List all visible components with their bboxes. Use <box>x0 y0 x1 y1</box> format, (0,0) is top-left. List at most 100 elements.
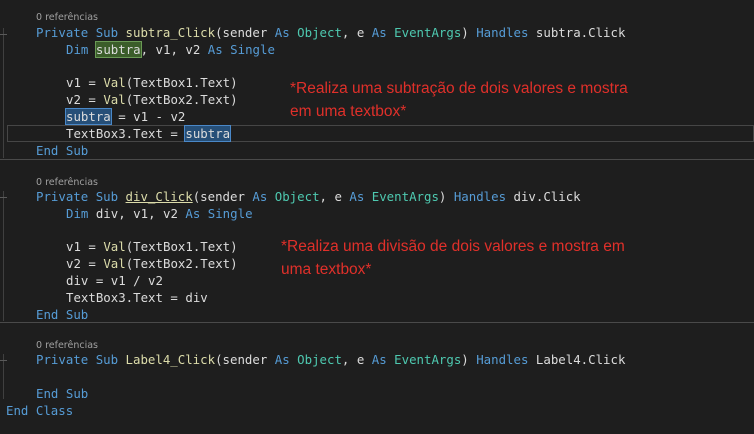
keyword: Private <box>36 352 89 367</box>
code-text: TextBox3.Text = div <box>66 290 208 305</box>
code-line: Dim subtra, v1, v2 As Single <box>66 41 275 58</box>
code-text: div = v1 / v2 <box>66 273 163 288</box>
method-signature-subtra: Private Sub subtra_Click(sender As Objec… <box>36 24 625 41</box>
keyword: Private <box>36 25 89 40</box>
code-line: v1 = Val(TextBox1.Text) <box>66 238 238 255</box>
code-text: (TextBox2.Text) <box>125 256 238 271</box>
code-text: , e <box>319 189 350 204</box>
keyword: As <box>274 25 290 40</box>
code-line: TextBox3.Text = subtra <box>66 125 232 142</box>
keyword: Dim <box>66 206 89 221</box>
code-text: , v1, v2 <box>140 42 208 57</box>
method-signature-label4: Private Sub Label4_Click(sender As Objec… <box>36 351 625 368</box>
code-text: ) <box>438 189 454 204</box>
keyword: Sub <box>65 143 89 158</box>
keyword: Single <box>230 42 275 57</box>
code-line: End Sub <box>36 385 88 402</box>
type-name: EventArgs <box>371 189 439 204</box>
fold-marker[interactable] <box>0 360 7 361</box>
type-name: Object <box>297 352 342 367</box>
method-signature-div: Private Sub div_Click(sender As Object, … <box>36 188 581 205</box>
keyword: End <box>36 386 59 401</box>
code-text: v2 = <box>66 256 104 271</box>
code-text: = v1 - v2 <box>110 109 186 124</box>
keyword: End <box>36 143 59 158</box>
keyword: End <box>6 403 29 418</box>
keyword: As <box>371 352 387 367</box>
code-text: (TextBox1.Text) <box>125 75 238 90</box>
code-text: , e <box>341 25 372 40</box>
annotation-line: uma textbox* <box>281 261 372 278</box>
method-name[interactable]: div_Click <box>126 189 193 204</box>
keyword: Sub <box>95 352 119 367</box>
keyword: Private <box>36 189 89 204</box>
fold-guide <box>3 191 4 321</box>
code-text: (TextBox1.Text) <box>125 239 238 254</box>
keyword: Single <box>207 206 253 221</box>
function-name: Val <box>103 239 126 254</box>
keyword: Handles <box>476 352 529 367</box>
code-text: (TextBox2.Text) <box>125 92 238 107</box>
code-text: Label4.Click <box>528 352 626 367</box>
code-text: v1 = <box>66 239 104 254</box>
function-name: Val <box>103 92 126 107</box>
keyword: Class <box>35 403 74 418</box>
code-text: ) <box>461 352 477 367</box>
code-text: div.Click <box>506 189 581 204</box>
function-name: Val <box>103 75 126 90</box>
fold-guide <box>3 28 4 158</box>
code-line: v2 = Val(TextBox2.Text) <box>66 91 238 108</box>
keyword: Dim <box>66 42 89 57</box>
type-name: Object <box>297 25 342 40</box>
keyword: Handles <box>476 25 529 40</box>
code-text: , e <box>341 352 372 367</box>
keyword: As <box>274 352 290 367</box>
fold-marker[interactable] <box>0 34 7 35</box>
annotation-line: em uma textbox* <box>290 103 407 120</box>
keyword: Sub <box>65 307 89 322</box>
fold-marker[interactable] <box>0 197 7 198</box>
code-text: v2 = <box>66 92 104 107</box>
type-name: EventArgs <box>394 25 462 40</box>
code-line: v1 = Val(TextBox1.Text) <box>66 74 238 91</box>
keyword: As <box>349 189 365 204</box>
keyword: As <box>207 42 223 57</box>
keyword: As <box>252 189 268 204</box>
code-text: v1 = <box>66 75 104 90</box>
keyword: Sub <box>95 189 119 204</box>
keyword: Handles <box>453 189 507 204</box>
type-name: EventArgs <box>394 352 462 367</box>
code-text: TextBox3.Text = <box>66 126 186 141</box>
method-separator <box>0 159 754 160</box>
annotation-line: *Realiza uma divisão de dois valores e m… <box>281 238 625 255</box>
keyword: End <box>36 307 59 322</box>
method-separator <box>0 322 754 323</box>
annotation-subtraction: *Realiza uma subtração de dois valores e… <box>290 77 628 123</box>
code-line: End Sub <box>36 306 88 323</box>
codelens-references[interactable]: 0 referências <box>36 12 98 24</box>
keyword: Sub <box>65 386 89 401</box>
annotation-line: *Realiza uma subtração de dois valores e… <box>290 80 628 97</box>
code-line: subtra = v1 - v2 <box>65 108 186 125</box>
code-text: (sender <box>215 352 275 367</box>
code-text: (sender <box>215 25 275 40</box>
keyword: Sub <box>95 25 119 40</box>
code-line: v2 = Val(TextBox2.Text) <box>66 255 238 272</box>
method-name[interactable]: Label4_Click <box>126 352 216 367</box>
code-text: subtra.Click <box>528 25 626 40</box>
code-text: (sender <box>192 189 253 204</box>
function-name: Val <box>103 256 126 271</box>
highlighted-variable[interactable]: subtra <box>65 108 112 125</box>
code-line: div = v1 / v2 <box>66 272 163 289</box>
method-name[interactable]: subtra_Click <box>126 25 216 40</box>
keyword: As <box>371 25 387 40</box>
code-text: div, v1, v2 <box>88 206 186 221</box>
annotation-division: *Realiza uma divisão de dois valores e m… <box>281 235 625 281</box>
code-line-end-class: End Class <box>6 402 73 419</box>
type-name: Object <box>274 189 320 204</box>
highlighted-variable[interactable]: subtra <box>94 41 142 58</box>
code-editor[interactable]: 0 referências Private Sub subtra_Click(s… <box>0 0 754 434</box>
keyword: As <box>185 206 201 221</box>
code-line: End Sub <box>36 142 88 159</box>
highlighted-variable[interactable]: subtra <box>184 125 232 142</box>
